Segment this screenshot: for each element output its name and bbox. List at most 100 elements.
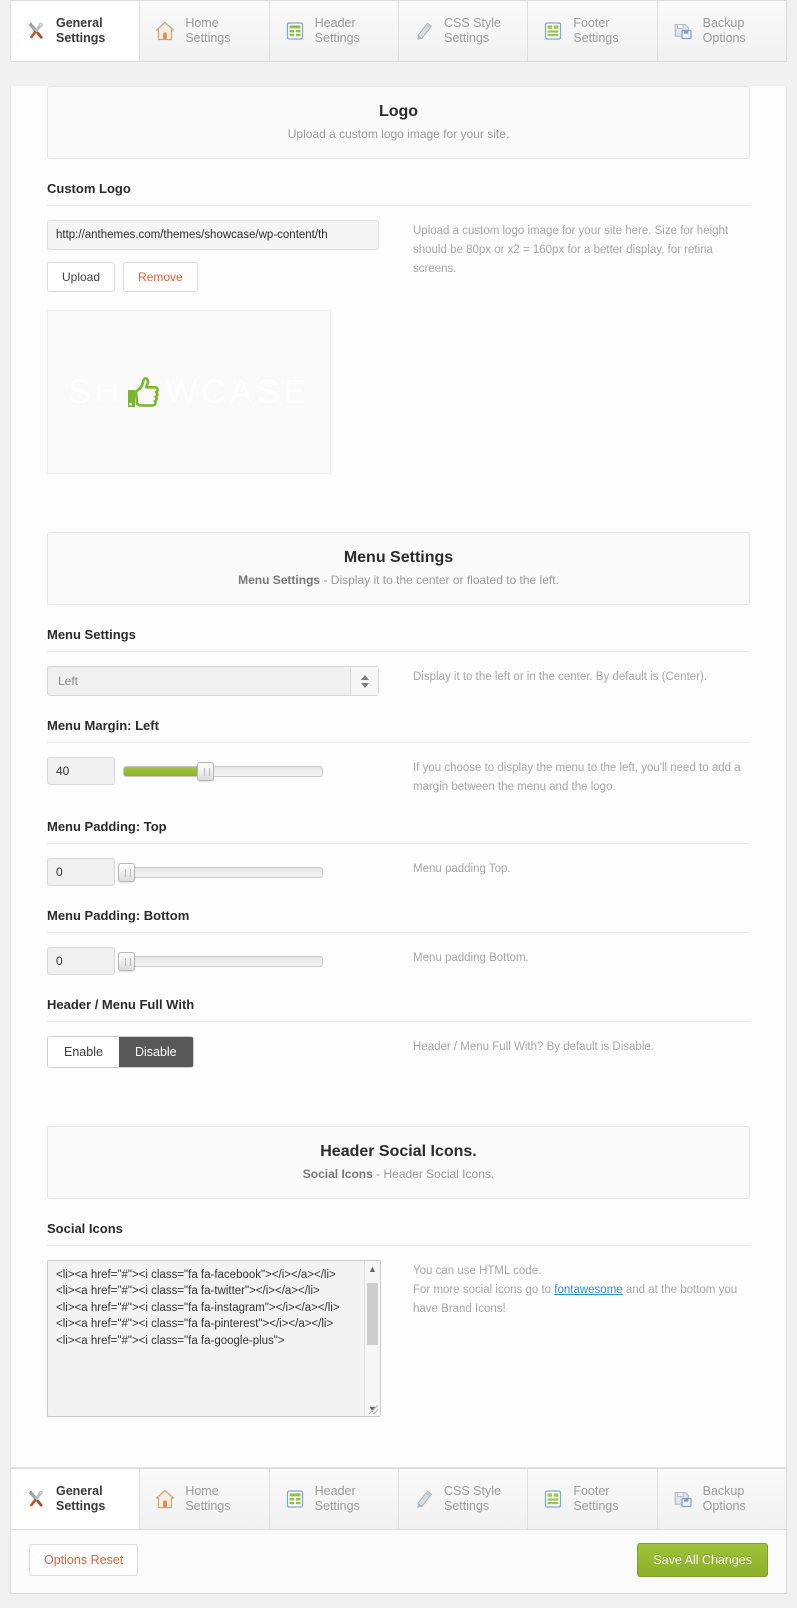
field-description: Display it to the left or in the center.…	[399, 666, 750, 687]
caret-up-icon	[361, 675, 369, 680]
help-line-1: You can use HTML code.	[413, 1262, 750, 1281]
tab-label: Header Settings	[315, 1484, 387, 1514]
textarea-resize-grip[interactable]	[369, 1405, 378, 1414]
field-social-icons: Social Icons <li><a href="#"><i class="f…	[47, 1199, 750, 1445]
field-label: Menu Padding: Top	[47, 819, 750, 844]
field-menu-padding-top: Menu Padding: Top 0 Menu padding Top.	[47, 797, 750, 886]
spacer	[11, 1068, 786, 1102]
logo-preview: SH WCASE	[47, 310, 331, 474]
toggle-enable-option[interactable]: Enable	[48, 1037, 119, 1067]
tab-label: General Settings	[56, 1484, 128, 1514]
section-title: Logo	[58, 103, 739, 121]
slider-handle[interactable]	[197, 762, 214, 781]
scrollbar-thumb[interactable]	[367, 1283, 378, 1345]
house-icon	[154, 20, 176, 42]
menu-position-select[interactable]: Left	[47, 666, 379, 696]
social-icons-code: <li><a href="#"><i class="fa fa-facebook…	[48, 1261, 348, 1355]
field-menu-padding-bottom: Menu Padding: Bottom 0 Menu padding Bott…	[47, 886, 750, 975]
save-all-changes-button[interactable]: Save All Changes	[637, 1543, 768, 1577]
field-label: Header / Menu Full With	[47, 997, 750, 1022]
section-subtitle-bold: Social Icons	[303, 1167, 373, 1181]
menu-padding-top-value-input[interactable]: 0	[47, 858, 115, 886]
field-header-full-width: Header / Menu Full With Enable Disable H…	[47, 975, 750, 1068]
options-reset-button[interactable]: Options Reset	[29, 1544, 138, 1576]
tab-label: Footer Settings	[573, 16, 645, 46]
help-text-pre: For more social icons go to	[413, 1284, 554, 1296]
options-panel: Logo Upload a custom logo image for your…	[10, 86, 787, 1468]
house-icon	[154, 1488, 176, 1510]
remove-button[interactable]: Remove	[123, 262, 198, 292]
upload-button[interactable]: Upload	[47, 262, 115, 292]
tab-css-style-settings-bottom[interactable]: CSS Style Settings	[399, 1469, 528, 1529]
tab-header-settings-bottom[interactable]: Header Settings	[270, 1469, 399, 1529]
tab-label: CSS Style Settings	[444, 16, 516, 46]
section-menu-settings: Menu Settings Menu Settings - Display it…	[47, 532, 750, 605]
scroll-up-icon[interactable]: ▲	[365, 1261, 380, 1276]
footer-action-bar: Options Reset Save All Changes	[10, 1530, 787, 1594]
footer-layout-icon	[542, 20, 564, 42]
section-title: Header Social Icons.	[58, 1143, 739, 1161]
tab-home-settings[interactable]: Home Settings	[140, 1, 269, 61]
tab-label: Header Settings	[315, 16, 387, 46]
fontawesome-link[interactable]: fontawesome	[554, 1284, 622, 1296]
spacer	[11, 1445, 786, 1467]
tab-backup-options-bottom[interactable]: Backup Options	[658, 1469, 786, 1529]
textarea-scrollbar[interactable]: ▲ ▼	[364, 1261, 380, 1416]
spacer	[11, 474, 786, 508]
thumbs-up-icon	[124, 372, 164, 412]
floppy-disk-icon	[672, 1488, 694, 1510]
tab-footer-settings-bottom[interactable]: Footer Settings	[528, 1469, 657, 1529]
tab-footer-settings[interactable]: Footer Settings	[528, 1, 657, 61]
logo-image: SH WCASE	[68, 372, 310, 412]
caret-down-icon	[361, 683, 369, 688]
tab-backup-options[interactable]: Backup Options	[658, 1, 786, 61]
tab-label: General Settings	[56, 16, 128, 46]
social-icons-textarea[interactable]: <li><a href="#"><i class="fa fa-facebook…	[47, 1260, 381, 1417]
options-page: General Settings Home Settings	[0, 0, 797, 1608]
section-subtitle-rest: - Header Social Icons.	[373, 1167, 494, 1181]
tab-bar-top: General Settings Home Settings	[10, 0, 787, 62]
section-subtitle: Menu Settings - Display it to the center…	[58, 573, 739, 587]
paint-brush-icon	[413, 1488, 435, 1510]
section-subtitle-bold: Menu Settings	[238, 573, 320, 587]
section-subtitle-rest: - Display it to the center or floated to…	[320, 573, 559, 587]
menu-padding-bottom-slider[interactable]	[123, 956, 323, 967]
select-stepper-icon[interactable]	[350, 667, 378, 695]
field-description: Menu padding Top.	[399, 858, 750, 879]
tab-label: CSS Style Settings	[444, 1484, 516, 1514]
tab-label: Home Settings	[185, 16, 257, 46]
tab-header-settings[interactable]: Header Settings	[270, 1, 399, 61]
logo-text-right: WCASE	[165, 373, 310, 412]
field-menu-margin-left: Menu Margin: Left 40 If you choose to di…	[47, 696, 750, 797]
field-custom-logo: Custom Logo http://anthemes.com/themes/s…	[47, 159, 750, 474]
tab-home-settings-bottom[interactable]: Home Settings	[140, 1469, 269, 1529]
footer-layout-icon	[542, 1488, 564, 1510]
slider-handle[interactable]	[118, 952, 135, 971]
tab-general-settings-bottom[interactable]: General Settings	[11, 1469, 140, 1529]
tools-icon	[25, 1488, 47, 1510]
paint-brush-icon	[413, 20, 435, 42]
floppy-disk-icon	[672, 20, 694, 42]
tab-label: Backup Options	[703, 1484, 775, 1514]
field-description: You can use HTML code. For more social i…	[399, 1260, 750, 1319]
menu-margin-left-value-input[interactable]: 40	[47, 757, 115, 785]
field-label: Menu Settings	[47, 627, 750, 652]
help-line-2: For more social icons go to fontawesome …	[413, 1281, 750, 1319]
tab-bar-bottom: General Settings Home Settings	[10, 1468, 787, 1530]
section-header-social-icons: Header Social Icons. Social Icons - Head…	[47, 1126, 750, 1199]
toggle-disable-option[interactable]: Disable	[119, 1037, 193, 1067]
menu-margin-left-slider[interactable]	[123, 766, 323, 777]
custom-logo-url-input[interactable]: http://anthemes.com/themes/showcase/wp-c…	[47, 220, 379, 250]
tab-general-settings[interactable]: General Settings	[11, 1, 140, 61]
tab-css-style-settings[interactable]: CSS Style Settings	[399, 1, 528, 61]
menu-padding-bottom-value-input[interactable]: 0	[47, 947, 115, 975]
tab-label: Backup Options	[703, 16, 775, 46]
section-title: Menu Settings	[58, 549, 739, 567]
header-full-width-toggle[interactable]: Enable Disable	[47, 1036, 194, 1068]
tools-icon	[25, 20, 47, 42]
menu-padding-top-slider[interactable]	[123, 867, 323, 878]
field-label: Custom Logo	[47, 181, 750, 206]
slider-handle[interactable]	[118, 863, 135, 882]
section-subtitle: Upload a custom logo image for your site…	[58, 127, 739, 141]
logo-text-left: SH	[68, 373, 123, 412]
